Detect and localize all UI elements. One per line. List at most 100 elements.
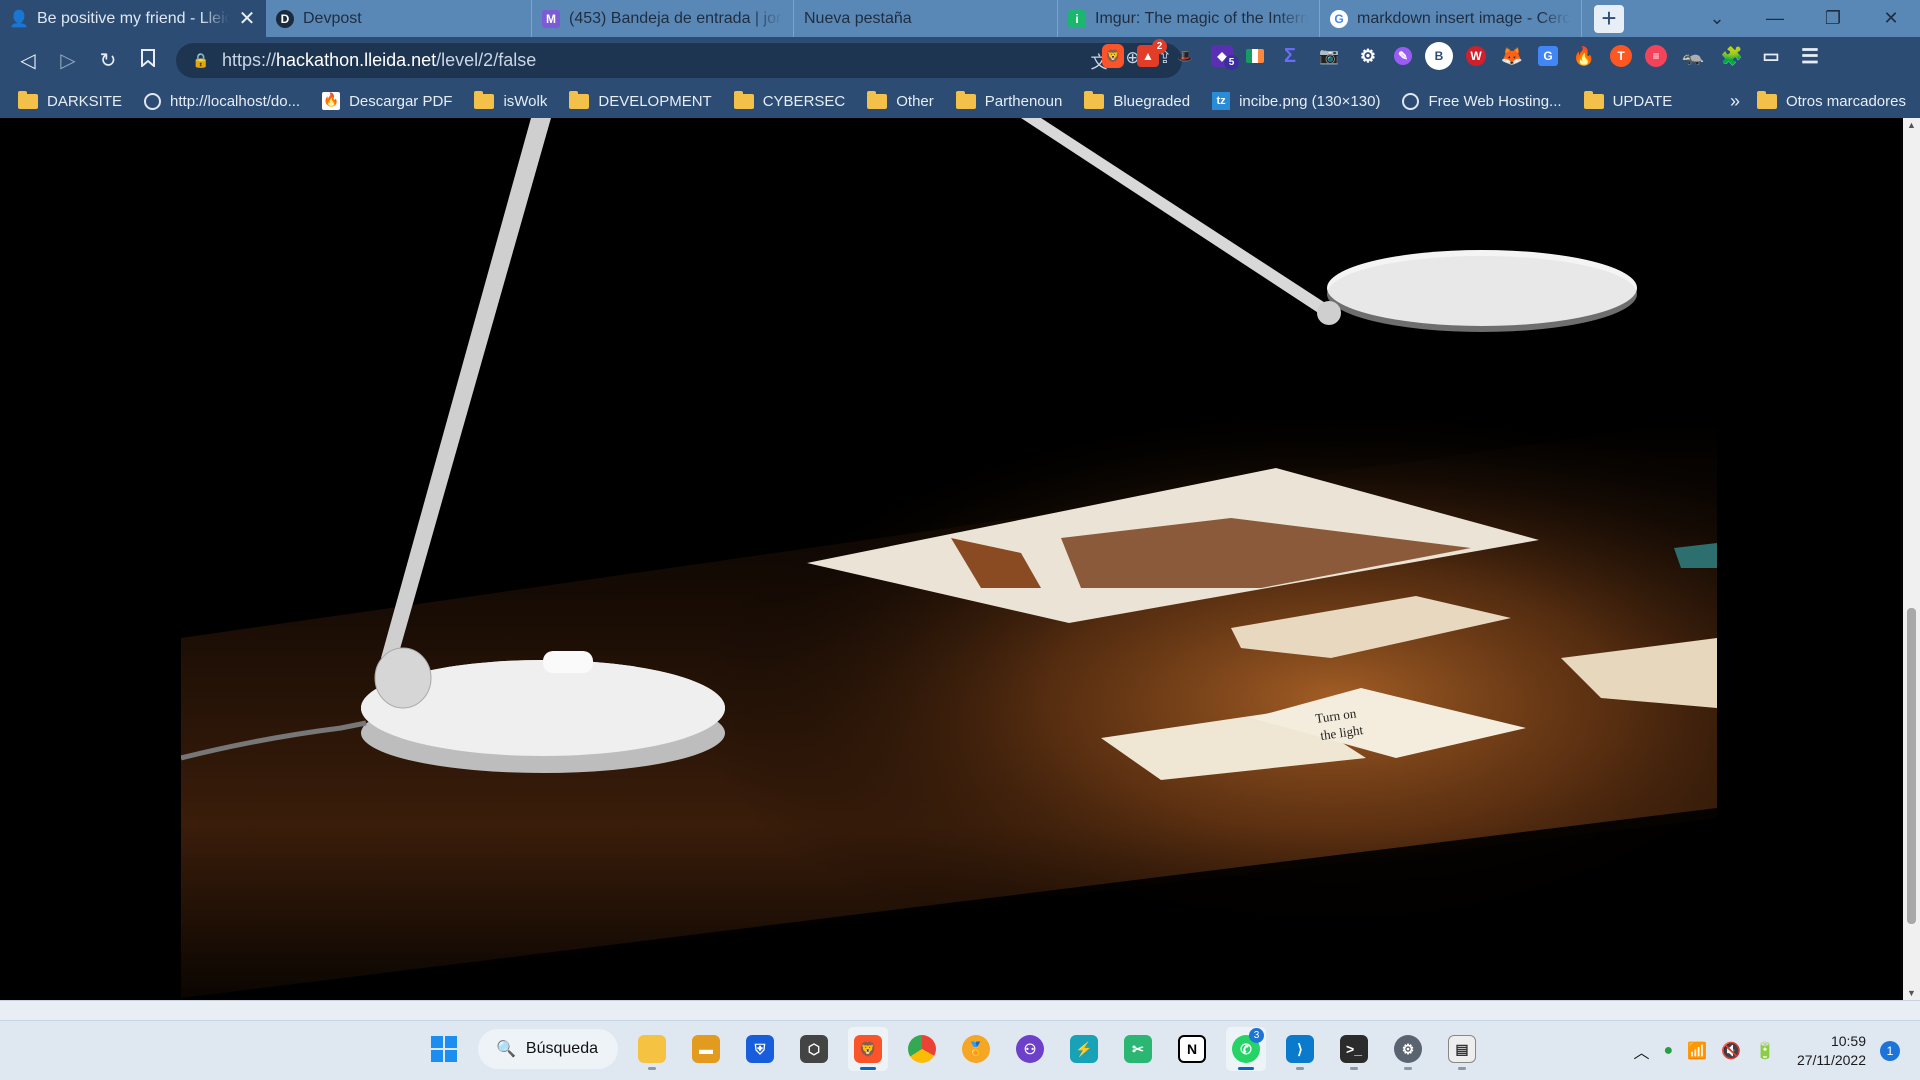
taskbar-search[interactable]: 🔍 Búsqueda [478,1029,618,1069]
start-button[interactable] [424,1027,464,1071]
wifi-icon[interactable]: 📶 [1687,1041,1707,1061]
url-scheme: https:// [222,50,277,70]
tinder-extension-icon[interactable]: 🔥 [1571,43,1597,69]
extensions-puzzle-icon[interactable]: 🧩 [1719,43,1745,69]
tab-hackathon[interactable]: 👤 Be positive my friend - Lleida ✕ [0,0,266,37]
tab-imgur[interactable]: i Imgur: The magic of the Internet [1058,0,1320,37]
bookmarks-bar: DARKSITE http://localhost/do... 🔥 Descarg… [0,84,1920,118]
bookmark-label: UPDATE [1612,92,1673,110]
tab-google[interactable]: G markdown insert image - Cerca [1320,0,1582,37]
bookmark-label: Bluegraded [1113,92,1191,110]
taskbar-store[interactable]: ▬ [686,1027,726,1071]
cube-icon: ⬡ [800,1035,828,1063]
bookmark-incibe[interactable]: tz incibe.png (130×130) [1212,92,1380,110]
bookmark-update[interactable]: UPDATE [1583,90,1673,110]
taskbar-terminal[interactable]: >_ [1334,1027,1374,1071]
red-extension-icon[interactable]: ≡ [1645,45,1667,67]
lock-icon: 🔒 [192,52,210,68]
bookmark-bluegraded[interactable]: Bluegraded [1084,90,1191,110]
menu-icon[interactable]: ☰ [1797,43,1823,69]
volume-muted-icon[interactable]: 🔇 [1721,1041,1741,1061]
taskbar-notion[interactable]: N [1172,1027,1212,1071]
tab-title: Imgur: The magic of the Internet [1095,9,1309,27]
restore-button[interactable]: ❐ [1804,8,1862,29]
new-tab-button[interactable]: + [1594,5,1624,33]
bookmark-descargar-pdf[interactable]: 🔥 Descargar PDF [322,92,452,110]
bookmark-free-web-hosting[interactable]: Free Web Hosting... [1402,92,1562,110]
gem-extension-icon[interactable]: ◆ 5 [1211,45,1239,70]
vertical-scrollbar[interactable]: ▲ ▼ [1903,118,1920,1000]
wappalyzer-icon[interactable]: W [1466,46,1486,66]
tab-new[interactable]: Nueva pestaña [794,0,1058,37]
taskbar-power-automate[interactable]: ⚡ [1064,1027,1104,1071]
privacy-badger-icon[interactable]: 🦡 [1680,43,1706,69]
taskbar-github[interactable]: ⚇ [1010,1027,1050,1071]
notepad-icon: ▤ [1448,1035,1476,1063]
close-window-button[interactable]: ✕ [1862,8,1920,29]
scrollbar-thumb[interactable] [1907,608,1916,924]
taskbar-notepad[interactable]: ▤ [1442,1027,1482,1071]
taskbar-unity[interactable]: ⬡ [794,1027,834,1071]
brave-icon: 🦁 [854,1035,882,1063]
taskbar-chrome[interactable] [902,1027,942,1071]
scroll-down-arrow-icon[interactable]: ▼ [1903,988,1920,998]
bookmark-parthenoun[interactable]: Parthenoun [955,90,1062,110]
taskbar-file-explorer[interactable] [632,1027,672,1071]
folder-icon [955,90,976,109]
camera-extension-icon[interactable]: 📷 [1316,43,1342,69]
wallet-icon[interactable]: ▭ [1758,43,1784,69]
taskbar-snip[interactable]: ✂ [1118,1027,1158,1071]
other-bookmarks[interactable]: Otros marcadores [1756,90,1906,110]
chevron-up-icon[interactable]: ︿ [1634,1039,1650,1063]
profile-avatar[interactable]: B [1425,42,1453,70]
folder-icon [733,90,754,109]
reload-button[interactable]: ↻ [88,48,128,73]
clock[interactable]: 10:59 27/11/2022 [1797,1032,1866,1070]
bookmark-development[interactable]: DEVELOPMENT [569,90,712,110]
bookmark-page-icon[interactable] [128,48,168,73]
taskbar-brave[interactable]: 🦁 [848,1027,888,1071]
orange-extension-icon[interactable]: T [1610,45,1632,67]
bookmark-cybersec[interactable]: CYBERSEC [733,90,846,110]
bookmark-label: CYBERSEC [762,92,846,110]
brave-shields-icon[interactable]: 🦁 [1102,44,1124,68]
flag-extension-icon[interactable] [1246,49,1264,63]
vpn-icon[interactable]: ● [1664,1042,1674,1060]
chatgpt-extension-icon[interactable]: ⚙ [1355,43,1381,69]
brave-rewards-icon[interactable]: ▲ 2 [1137,39,1167,67]
bookmarks-overflow-button[interactable]: » [1730,91,1740,112]
bookmark-other[interactable]: Other [867,90,934,110]
forward-button[interactable]: ▷ [48,48,88,73]
taskbar-medal[interactable]: 🏅 [956,1027,996,1071]
tab-mail[interactable]: M (453) Bandeja de entrada | jordis [532,0,794,37]
address-bar[interactable]: 🔒 https://hackathon.lleida.net/level/2/f… [176,43,1182,78]
taskbar-whatsapp[interactable]: ✆ 3 [1226,1027,1266,1071]
notification-count-badge[interactable]: 1 [1880,1041,1900,1061]
taskbar-settings[interactable]: ⚙ [1388,1027,1428,1071]
tab-devpost[interactable]: D Devpost [266,0,532,37]
scroll-up-arrow-icon[interactable]: ▲ [1903,120,1920,130]
back-button[interactable]: ◁ [8,48,48,73]
tab-search-dropdown-icon[interactable]: ⌄ [1688,8,1746,29]
desk-lamp-photo: Turn on the light [181,118,1717,1000]
tab-strip: 👤 Be positive my friend - Lleida ✕ D Dev… [0,0,1920,37]
bookmark-localhost[interactable]: http://localhost/do... [144,92,300,110]
feather-extension-icon[interactable]: ✎ [1394,47,1412,65]
minimize-button[interactable]: — [1746,8,1804,29]
taskbar-bitwarden[interactable]: ⛨ [740,1027,780,1071]
devpost-icon: D [276,9,294,28]
bookmark-iswolk[interactable]: isWolk [474,90,547,110]
battery-icon[interactable]: 🔋 [1755,1041,1775,1061]
bookmark-darksite[interactable]: DARKSITE [18,90,122,110]
sigma-extension-icon[interactable]: Σ [1277,43,1303,69]
close-tab-icon[interactable]: ✕ [238,6,256,31]
metamask-icon[interactable]: 🦊 [1499,43,1525,69]
google-translate-icon[interactable]: G [1538,46,1558,66]
search-label: Búsqueda [525,1040,598,1057]
medal-icon: 🏅 [962,1035,990,1063]
hat-extension-icon[interactable]: 🎩 [1172,43,1198,69]
bookmark-label: Other [896,92,934,110]
bookmark-label: Descargar PDF [349,92,453,110]
taskbar-vscode[interactable]: ⟩ [1280,1027,1320,1071]
notion-icon: N [1178,1035,1206,1063]
